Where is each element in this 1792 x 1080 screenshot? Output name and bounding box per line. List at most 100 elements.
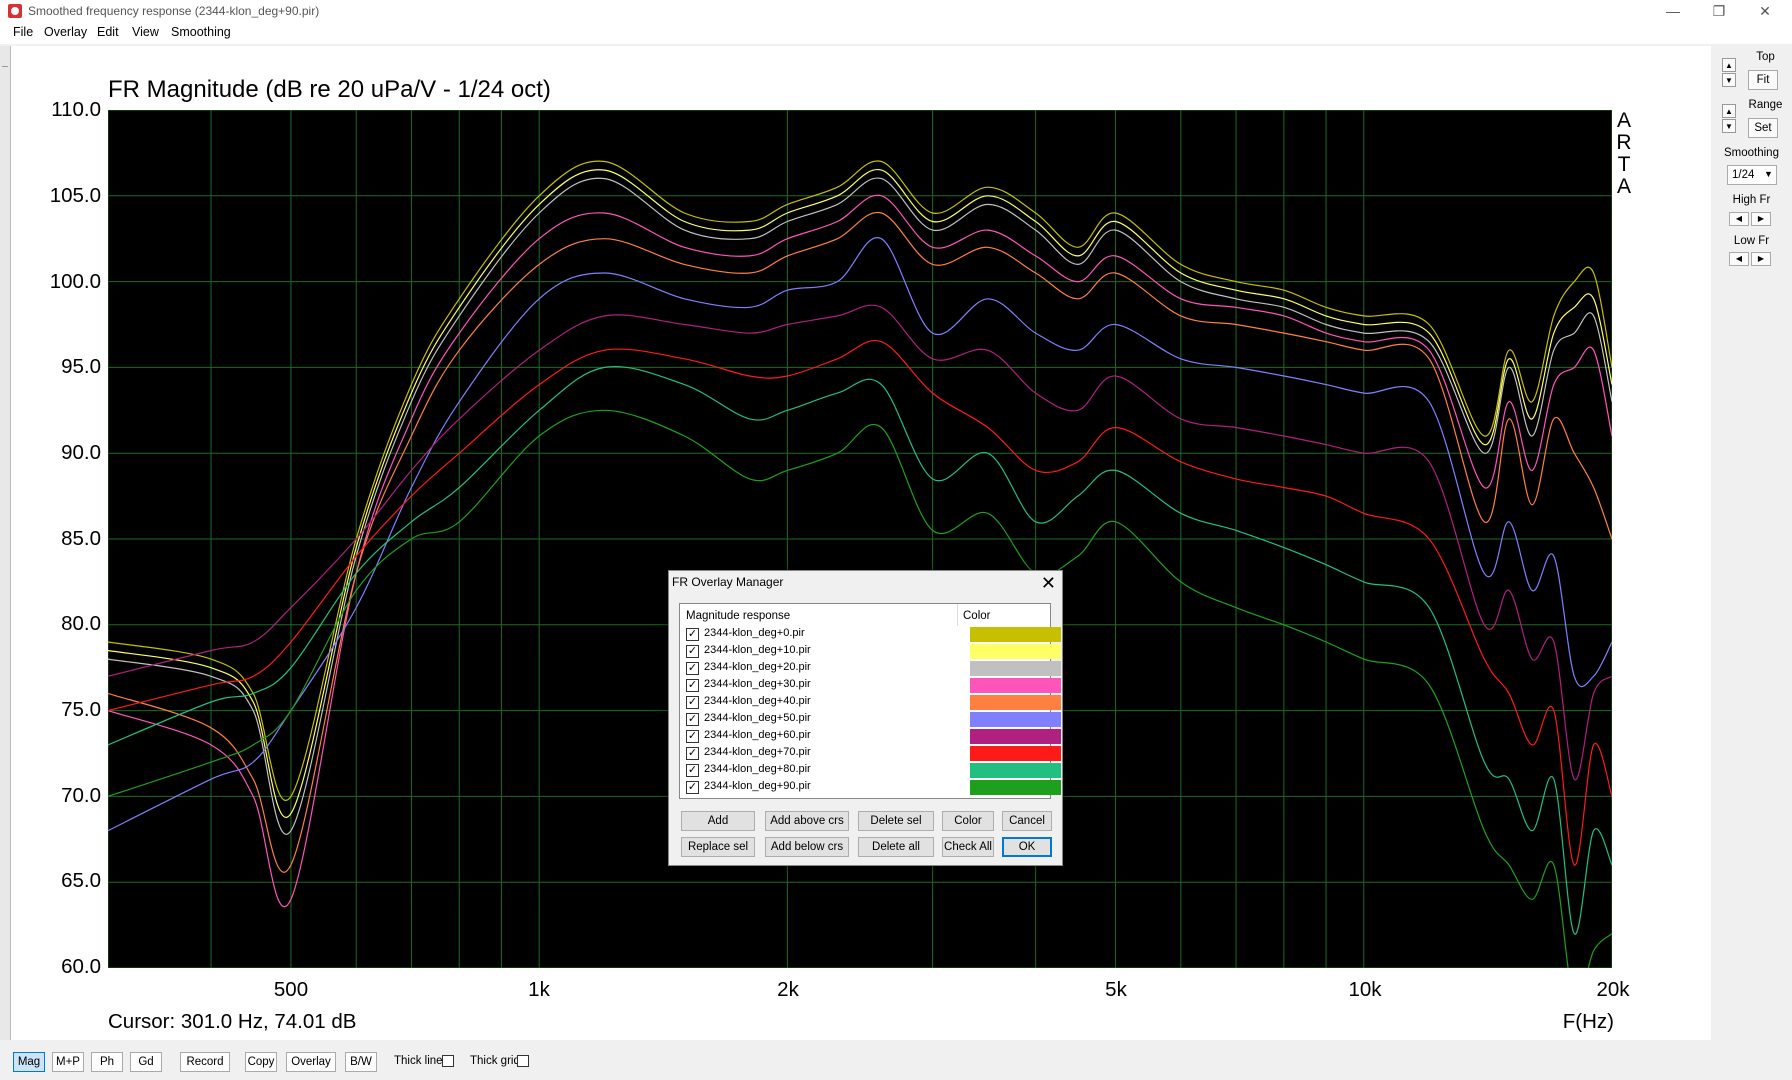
y-tick-label: 60.0: [61, 955, 101, 978]
y-tick-label: 110.0: [51, 98, 101, 121]
mag-button[interactable]: Mag: [13, 1052, 45, 1072]
item-checkbox[interactable]: ✓: [686, 645, 699, 658]
top-down-arrow-icon[interactable]: ▼: [1722, 73, 1736, 87]
color-swatch[interactable]: [970, 661, 1061, 676]
delete-selected-button[interactable]: Delete sel: [858, 811, 934, 831]
low-fr-label: Low Fr: [1733, 235, 1770, 247]
item-filename: 2344-klon_deg+70.pir: [704, 746, 811, 758]
fit-button[interactable]: Fit: [1748, 70, 1778, 90]
item-checkbox[interactable]: ✓: [686, 764, 699, 777]
color-swatch[interactable]: [970, 644, 1061, 659]
gd-button[interactable]: Gd: [130, 1052, 162, 1072]
list-item[interactable]: ✓ 2344-klon_deg+0.pir: [680, 626, 1061, 643]
smoothing-label: Smoothing: [1724, 147, 1779, 159]
right-control-panel: ▲ ▼ Top Fit ▲ ▼ Range Set Smoothing 1/24…: [1711, 46, 1792, 1040]
x-tick-label: 1k: [528, 978, 550, 1001]
list-item[interactable]: ✓ 2344-klon_deg+70.pir: [680, 745, 1061, 762]
thick-line-checkbox[interactable]: [442, 1055, 454, 1067]
item-filename: 2344-klon_deg+80.pir: [704, 763, 811, 775]
color-swatch[interactable]: [970, 678, 1061, 693]
list-item[interactable]: ✓ 2344-klon_deg+20.pir: [680, 660, 1061, 677]
item-checkbox[interactable]: ✓: [686, 730, 699, 743]
watermark-letter: A: [1616, 109, 1631, 132]
dialog-close-icon[interactable]: ✕: [1041, 571, 1056, 595]
list-item[interactable]: ✓ 2344-klon_deg+40.pir: [680, 694, 1061, 711]
dialog-title: FR Overlay Manager: [672, 575, 784, 589]
color-swatch[interactable]: [970, 627, 1061, 642]
replace-selected-button[interactable]: Replace sel: [681, 837, 755, 857]
restore-button[interactable]: ❐: [1696, 0, 1742, 22]
range-down-arrow-icon[interactable]: ▼: [1722, 119, 1736, 133]
list-item[interactable]: ✓ 2344-klon_deg+80.pir: [680, 762, 1061, 779]
x-tick-label: 500: [273, 978, 309, 1001]
ph-button[interactable]: Ph: [91, 1052, 123, 1072]
check-all-button[interactable]: Check All: [942, 837, 994, 857]
column-header-response[interactable]: Magnitude response: [686, 610, 790, 622]
overlay-button[interactable]: Overlay: [286, 1052, 336, 1072]
overlay-list[interactable]: Magnitude response Color ✓ 2344-klon_deg…: [679, 603, 1061, 799]
low-fr-left-arrow-icon[interactable]: ◀: [1729, 252, 1749, 266]
item-checkbox[interactable]: ✓: [686, 628, 699, 641]
list-item[interactable]: ✓ 2344-klon_deg+10.pir: [680, 643, 1061, 660]
color-swatch[interactable]: [970, 763, 1061, 778]
item-filename: 2344-klon_deg+60.pir: [704, 729, 811, 741]
x-tick-label: 5k: [1105, 978, 1127, 1001]
cancel-button[interactable]: Cancel: [1002, 811, 1052, 831]
list-item[interactable]: ✓ 2344-klon_deg+50.pir: [680, 711, 1061, 728]
list-item[interactable]: ✓ 2344-klon_deg+30.pir: [680, 677, 1061, 694]
item-filename: 2344-klon_deg+40.pir: [704, 695, 811, 707]
m-plus-p-button[interactable]: M+P: [52, 1052, 84, 1072]
menu-overlay[interactable]: Overlay: [44, 25, 87, 39]
minimize-button[interactable]: —: [1650, 0, 1696, 22]
color-swatch[interactable]: [970, 695, 1061, 710]
list-item[interactable]: ✓ 2344-klon_deg+60.pir: [680, 728, 1061, 745]
color-button[interactable]: Color: [942, 811, 994, 831]
high-fr-left-arrow-icon[interactable]: ◀: [1729, 212, 1749, 226]
color-swatch[interactable]: [970, 780, 1061, 795]
title-bar: Smoothed frequency response (2344-klon_d…: [0, 0, 1792, 22]
color-swatch[interactable]: [970, 712, 1061, 727]
color-swatch[interactable]: [970, 746, 1061, 761]
menu-view[interactable]: View: [132, 25, 159, 39]
bw-button[interactable]: B/W: [345, 1052, 377, 1072]
x-tick-label: 10k: [1348, 978, 1382, 1001]
item-checkbox[interactable]: ✓: [686, 747, 699, 760]
top-label: Top: [1756, 51, 1775, 63]
thick-line-label: Thick line: [394, 1055, 443, 1067]
app-icon: [8, 4, 22, 18]
ok-button[interactable]: OK: [1002, 837, 1052, 857]
range-label: Range: [1748, 99, 1783, 111]
list-item[interactable]: ✓ 2344-klon_deg+90.pir: [680, 779, 1061, 796]
item-checkbox[interactable]: ✓: [686, 713, 699, 726]
item-checkbox[interactable]: ✓: [686, 662, 699, 675]
item-checkbox[interactable]: ✓: [686, 696, 699, 709]
item-filename: 2344-klon_deg+90.pir: [704, 780, 811, 792]
menu-edit[interactable]: Edit: [97, 25, 119, 39]
copy-button[interactable]: Copy: [245, 1052, 277, 1072]
delete-all-button[interactable]: Delete all: [858, 837, 934, 857]
add-above-cursor-button[interactable]: Add above crs: [765, 811, 849, 831]
low-fr-right-arrow-icon[interactable]: ▶: [1751, 252, 1771, 266]
menu-file[interactable]: File: [13, 25, 33, 39]
item-checkbox[interactable]: ✓: [686, 679, 699, 692]
watermark-letter: T: [1617, 153, 1631, 176]
graph-title: FR Magnitude (dB re 20 uPa/V - 1/24 oct): [108, 76, 551, 103]
overlay-manager-dialog: FR Overlay Manager ✕ Magnitude response …: [668, 570, 1063, 866]
thick-grid-checkbox[interactable]: [517, 1055, 529, 1067]
y-tick-label: 70.0: [61, 784, 101, 807]
y-tick-label: 85.0: [61, 527, 101, 550]
menu-smoothing[interactable]: Smoothing: [171, 25, 231, 39]
item-filename: 2344-klon_deg+30.pir: [704, 678, 811, 690]
window-title: Smoothed frequency response (2344-klon_d…: [28, 4, 320, 18]
x-tick-label: 20k: [1596, 978, 1630, 1001]
add-below-cursor-button[interactable]: Add below crs: [765, 837, 849, 857]
set-button[interactable]: Set: [1748, 118, 1778, 138]
color-swatch[interactable]: [970, 729, 1061, 744]
high-fr-right-arrow-icon[interactable]: ▶: [1751, 212, 1771, 226]
column-header-color[interactable]: Color: [963, 610, 990, 622]
y-tick-label: 100.0: [49, 270, 101, 293]
record-button[interactable]: Record: [180, 1052, 230, 1072]
item-checkbox[interactable]: ✓: [686, 781, 699, 794]
add-button[interactable]: Add: [681, 811, 755, 831]
close-window-button[interactable]: ✕: [1742, 0, 1788, 22]
